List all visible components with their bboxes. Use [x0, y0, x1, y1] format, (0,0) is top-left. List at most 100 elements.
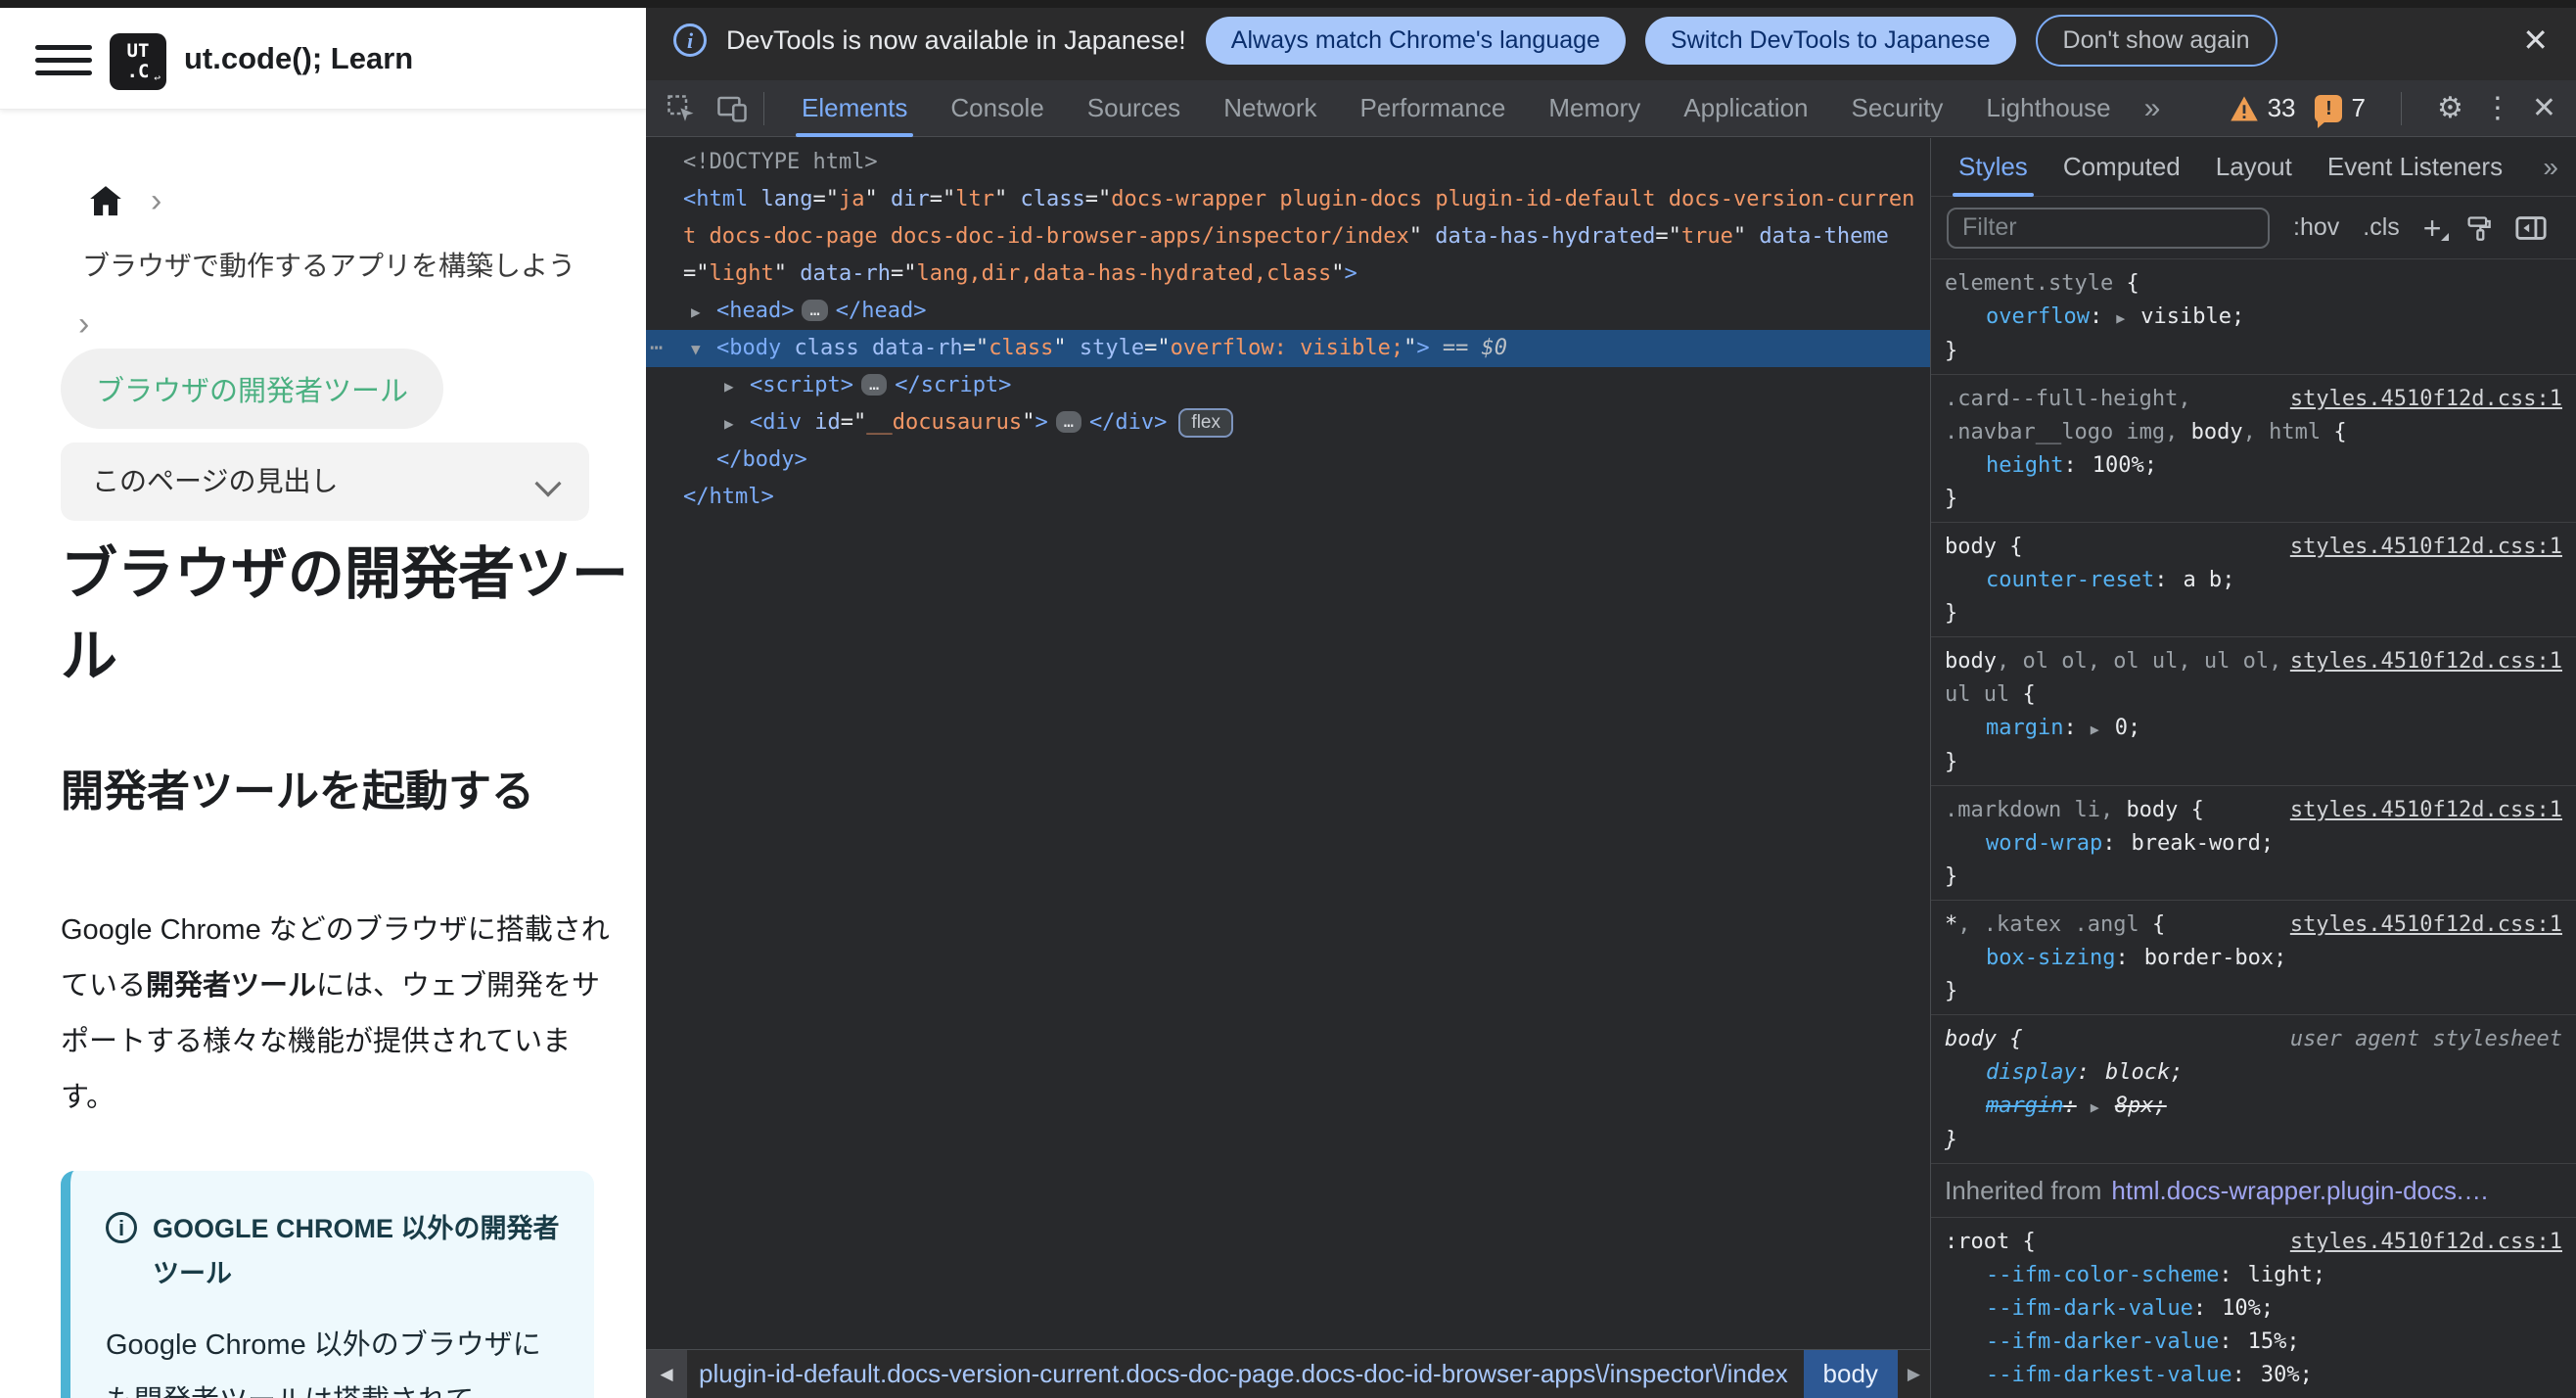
css-property[interactable]: --ifm-dark-value: 10%;: [1945, 1292, 2562, 1326]
stylesheet-source-link: user agent stylesheet: [2289, 1027, 2562, 1051]
css-property[interactable]: overflow: ▶ visible;: [1945, 301, 2562, 335]
tab-security[interactable]: Security: [1830, 80, 1965, 137]
toggle-class-button[interactable]: .cls: [2363, 213, 2400, 242]
styles-filter-input[interactable]: [1947, 207, 2270, 249]
dom-tree-node[interactable]: ⋯ ▼ <body class data-rh="class" style="ove…: [646, 330, 1930, 367]
value-expander-icon[interactable]: ▶: [2116, 309, 2125, 327]
toggle-hover-state-button[interactable]: :hov: [2293, 213, 2339, 242]
stylesheet-source-link[interactable]: styles.4510f12d.css:1: [2290, 1226, 2562, 1259]
node-ellipsis-button[interactable]: …: [802, 300, 828, 321]
section-heading: 開発者ツールを起動する: [61, 768, 534, 816]
css-rule[interactable]: styles.4510f12d.css:1 body, ol ol, ol ul,…: [1931, 637, 2576, 786]
stylesheet-source-link[interactable]: styles.4510f12d.css:1: [2290, 794, 2562, 827]
css-rule[interactable]: styles.4510f12d.css:1 *, .katex .angl {bo…: [1931, 901, 2576, 1015]
crumb-path[interactable]: plugin-id-default.docs-version-current.d…: [687, 1359, 1804, 1389]
css-property[interactable]: height: 100%;: [1945, 449, 2562, 483]
dont-show-again-button[interactable]: Don't show again: [2035, 14, 2277, 67]
node-ellipsis-button[interactable]: …: [860, 374, 888, 396]
css-rule[interactable]: styles.4510f12d.css:1 .markdown li, body …: [1931, 786, 2576, 901]
stylesheet-source-link[interactable]: styles.4510f12d.css:1: [2290, 645, 2562, 678]
css-property[interactable]: --ifm-darkest-value: 30%;: [1945, 1359, 2562, 1392]
css-property[interactable]: word-wrap: break-word;: [1945, 827, 2562, 861]
dom-tree-node[interactable]: </html>: [646, 479, 1930, 516]
devtools-notification-bar: i DevTools is now available in Japanese!…: [646, 0, 2576, 80]
tab-styles[interactable]: Styles: [1941, 138, 2046, 197]
css-rule[interactable]: styles.4510f12d.css:1 body {counter-reset…: [1931, 523, 2576, 637]
tree-expander[interactable]: ▶: [724, 405, 734, 443]
tree-expander[interactable]: ▶: [691, 294, 701, 331]
css-property[interactable]: counter-reset: a b;: [1945, 564, 2562, 597]
breadcrumb-section[interactable]: ブラウザで動作するアプリを構築しよう: [82, 245, 646, 284]
tree-expander[interactable]: ▶: [724, 368, 734, 405]
dom-tree-node[interactable]: <!DOCTYPE html>: [646, 144, 1930, 181]
css-property[interactable]: display: block;: [1945, 1056, 2562, 1090]
more-tabs-icon[interactable]: »: [2133, 92, 2173, 125]
dom-tree-node[interactable]: ▶ <head>… </head>: [646, 293, 1930, 330]
more-sidebar-tabs-icon[interactable]: »: [2543, 152, 2558, 183]
notification-close-icon[interactable]: ✕: [2522, 22, 2549, 59]
dom-tree-node[interactable]: ▶ <div id="__docusaurus">… </div> flex: [646, 404, 1930, 442]
match-language-button[interactable]: Always match Chrome's language: [1205, 16, 1626, 65]
flex-badge[interactable]: flex: [1178, 408, 1233, 438]
tree-expander[interactable]: ▼: [691, 331, 701, 368]
hover-dots: ⋯: [650, 336, 664, 360]
dom-tree: <!DOCTYPE html> <html lang="ja" dir="ltr"…: [646, 138, 1930, 1349]
css-property[interactable]: --ifm-light-value:15%;: [1945, 1392, 2562, 1398]
css-rule[interactable]: element.style {overflow: ▶ visible;}: [1931, 259, 2576, 375]
stylesheet-source-link[interactable]: styles.4510f12d.css:1: [2290, 383, 2562, 416]
crumb-scroll-left-icon[interactable]: ◀: [646, 1350, 687, 1398]
value-expander-icon[interactable]: ▶: [2091, 721, 2099, 738]
kebab-menu-icon[interactable]: ⋮: [2483, 91, 2512, 125]
dom-tree-node[interactable]: ▶ <script>… </script>: [646, 367, 1930, 404]
css-rule[interactable]: styles.4510f12d.css:1:root {--ifm-color-…: [1931, 1218, 2576, 1398]
hamburger-menu-icon[interactable]: [35, 45, 92, 75]
stylesheet-source-link[interactable]: styles.4510f12d.css:1: [2290, 909, 2562, 942]
breadcrumb-separator: ›: [78, 305, 90, 343]
tab-layout[interactable]: Layout: [2198, 138, 2310, 197]
toc-toggle[interactable]: このページの見出し: [61, 443, 589, 521]
site-title[interactable]: ut.code(); Learn: [184, 8, 413, 110]
css-property[interactable]: --ifm-color-scheme: light;: [1945, 1259, 2562, 1292]
device-toolbar-icon[interactable]: [716, 93, 748, 124]
logo-return-arrow: ↩: [154, 71, 161, 84]
tab-computed[interactable]: Computed: [2046, 138, 2198, 197]
stylesheet-source-link[interactable]: styles.4510f12d.css:1: [2290, 531, 2562, 564]
docs-page: UT .C ↩ ut.code(); Learn › ブラウザで動作するアプリを…: [0, 0, 646, 1398]
crumb-scroll-right-icon[interactable]: ▶: [1898, 1365, 1930, 1384]
devtools-close-icon[interactable]: ✕: [2532, 91, 2556, 125]
dom-tree-node[interactable]: <html lang="ja" dir="ltr" class="docs-wr…: [646, 181, 1930, 293]
crumb-selected-node[interactable]: body: [1803, 1350, 1898, 1398]
css-property[interactable]: margin: ▶ 8px;: [1945, 1090, 2562, 1124]
css-property[interactable]: --ifm-darker-value: 15%;: [1945, 1326, 2562, 1359]
inspect-element-icon[interactable]: [666, 93, 697, 124]
issues-icon: !: [2315, 94, 2343, 128]
tab-sources[interactable]: Sources: [1066, 80, 1202, 137]
switch-language-button[interactable]: Switch DevTools to Japanese: [1644, 16, 2016, 65]
warnings-counter[interactable]: 33: [2230, 93, 2295, 123]
new-style-rule-icon[interactable]: +: [2423, 212, 2450, 244]
site-logo[interactable]: UT .C ↩: [110, 33, 166, 90]
tab-memory[interactable]: Memory: [1527, 80, 1662, 137]
breadcrumb-current: ブラウザの開発者ツール: [61, 349, 444, 429]
tab-event-listeners[interactable]: Event Listeners: [2310, 138, 2520, 197]
issues-counter[interactable]: ! 7: [2315, 93, 2366, 128]
page-title: ブラウザの開発者ツール: [61, 542, 629, 688]
rendering-emulation-icon[interactable]: [2464, 214, 2492, 242]
value-expander-icon[interactable]: ▶: [2091, 1098, 2099, 1116]
dock-sidebar-icon[interactable]: [2515, 215, 2548, 241]
settings-gear-icon[interactable]: ⚙: [2437, 91, 2463, 125]
tab-network[interactable]: Network: [1202, 80, 1338, 137]
home-icon[interactable]: [86, 182, 125, 221]
css-rule[interactable]: user agent stylesheet body {display: block…: [1931, 1015, 2576, 1164]
tab-console[interactable]: Console: [929, 80, 1065, 137]
dom-tree-node[interactable]: </body>: [646, 442, 1930, 479]
tab-application[interactable]: Application: [1662, 80, 1829, 137]
css-property[interactable]: margin: ▶ 0;: [1945, 712, 2562, 746]
tab-performance[interactable]: Performance: [1339, 80, 1528, 137]
tab-elements[interactable]: Elements: [780, 80, 929, 137]
inherited-node-link[interactable]: html.docs-wrapper.plugin-docs.…: [2111, 1176, 2489, 1205]
tab-lighthouse[interactable]: Lighthouse: [1964, 80, 2132, 137]
css-property[interactable]: box-sizing: border-box;: [1945, 942, 2562, 975]
css-rule[interactable]: styles.4510f12d.css:1 .card--full-height,…: [1931, 375, 2576, 523]
node-ellipsis-button[interactable]: …: [1055, 411, 1081, 433]
